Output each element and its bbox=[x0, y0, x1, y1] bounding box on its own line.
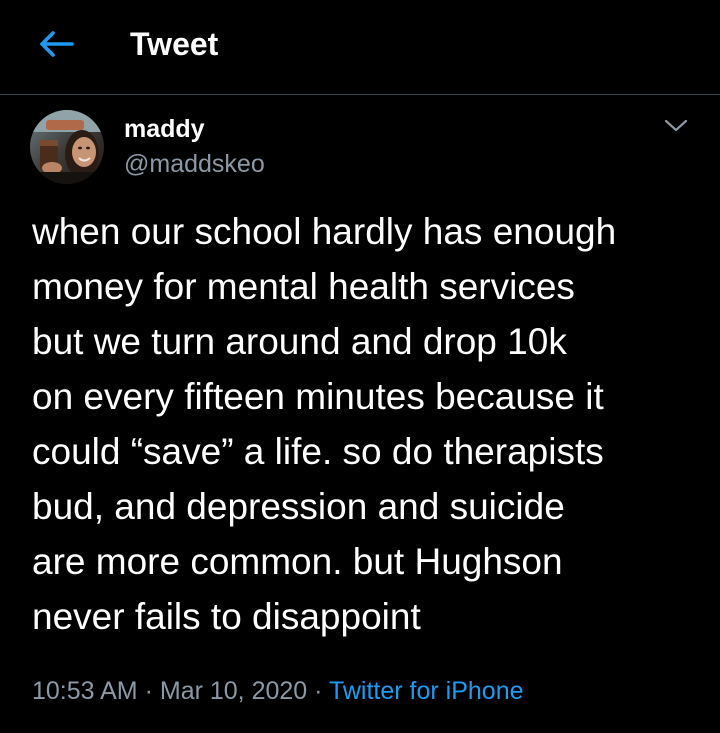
tweet-date[interactable]: Mar 10, 2020 bbox=[160, 677, 307, 705]
author-handle[interactable]: @maddskeo bbox=[124, 148, 265, 180]
tweet-line: money for mental health services bbox=[32, 266, 575, 307]
back-button[interactable] bbox=[34, 24, 78, 64]
tweet-source-link[interactable]: Twitter for iPhone bbox=[329, 677, 524, 705]
tweet-line: but we turn around and drop 10k bbox=[32, 321, 567, 362]
tweet-line: on every fifteen minutes because it bbox=[32, 376, 604, 417]
tweet-time[interactable]: 10:53 AM bbox=[32, 677, 138, 705]
top-bar: Tweet bbox=[0, 0, 720, 95]
tweet-line: when our school hardly has enough bbox=[32, 211, 617, 252]
meta-separator: · bbox=[314, 677, 323, 705]
tweet-metadata: 10:53 AM · Mar 10, 2020 · Twitter for iP… bbox=[32, 674, 524, 708]
author-display-name[interactable]: maddy bbox=[124, 114, 205, 144]
tweet-line: never fails to disappoint bbox=[32, 596, 421, 637]
tweet-line: are more common. but Hughson bbox=[32, 541, 563, 582]
avatar[interactable] bbox=[30, 110, 104, 184]
tweet-text: when our school hardly has enough money … bbox=[32, 204, 707, 644]
tweet-line: could “save” a life. so do therapists bbox=[32, 431, 604, 472]
arrow-left-icon bbox=[40, 31, 74, 57]
chevron-down-icon bbox=[664, 119, 688, 132]
tweet-line: bud, and depression and suicide bbox=[32, 486, 565, 527]
page-title: Tweet bbox=[130, 26, 219, 62]
meta-separator: · bbox=[144, 677, 153, 705]
avatar-photo bbox=[30, 110, 104, 184]
tweet-options-button[interactable] bbox=[658, 112, 694, 140]
